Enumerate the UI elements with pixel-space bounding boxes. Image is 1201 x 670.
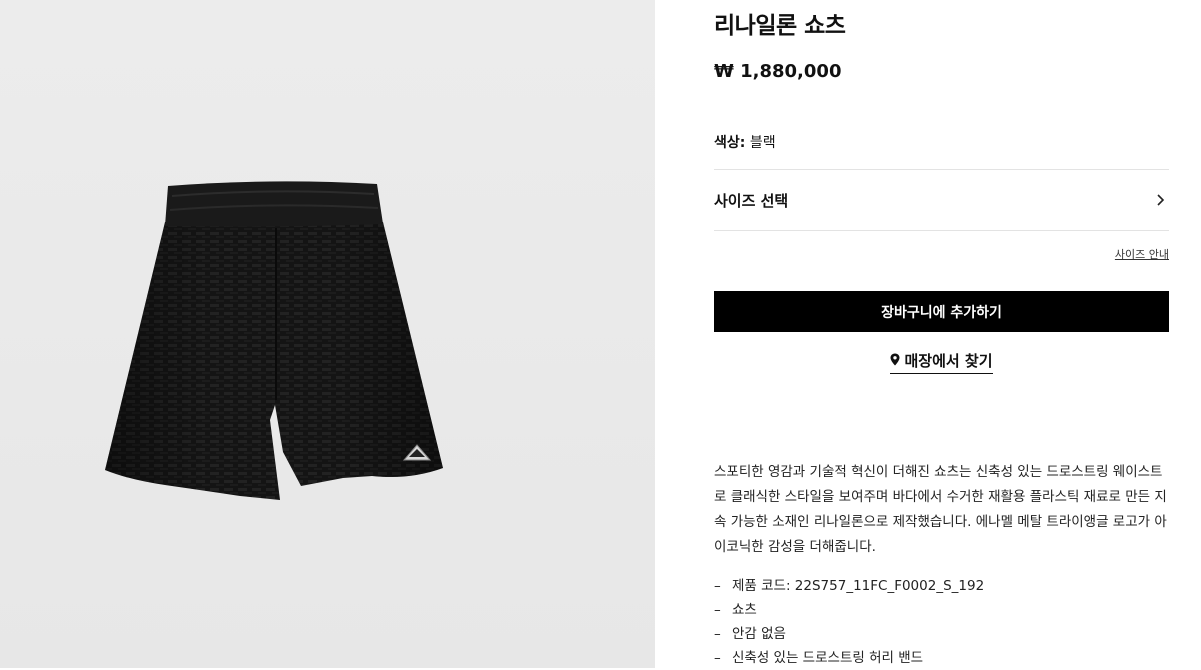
size-guide-link[interactable]: 사이즈 안내 [1115,246,1169,262]
add-to-cart-button[interactable]: 장바구니에 추가하기 [714,291,1169,332]
size-select-button[interactable]: 사이즈 선택 [714,171,1169,229]
list-item: – 제품 코드: 22S757_11FC_F0002_S_192 [714,578,985,594]
product-image-shorts [105,181,443,500]
color-label: 색상: [714,135,746,151]
product-specs-list: – 제품 코드: 22S757_11FC_F0002_S_192 – 쇼츠 – 안감 … [714,574,984,670]
spec-text: 안감 없음 [732,626,786,642]
size-select-label: 사이즈 선택 [714,191,789,210]
divider [714,230,1169,231]
product-description: 스포티한 영감과 기술적 혁신이 더해진 쇼츠는 신축성 있는 드로스트링 웨이… [714,464,1167,555]
map-pin-icon [890,351,900,370]
color-value: 블랙 [749,135,776,151]
divider [714,169,1169,170]
color-row: 색상: 블랙 [714,132,776,152]
list-item: – 신축성 있는 드로스트링 허리 밴드 [714,650,924,666]
list-item: – 쇼츠 [714,602,757,618]
find-in-store-link[interactable]: 매장에서 찾기 [714,350,1169,374]
list-item: – 안감 없음 [714,626,786,642]
product-price: ₩ 1,880,000 [714,61,842,82]
spec-text: 제품 코드: 22S757_11FC_F0002_S_192 [732,578,985,594]
spec-text: 쇼츠 [732,602,757,618]
find-in-store-label: 매장에서 찾기 [904,352,993,370]
product-image-panel[interactable] [0,0,655,668]
product-title: 리나일론 쇼츠 [714,13,846,39]
spec-text: 신축성 있는 드로스트링 허리 밴드 [732,650,924,666]
chevron-right-icon [1155,190,1165,211]
product-info-panel: 리나일론 쇼츠 ₩ 1,880,000 색상: 블랙 사이즈 선택 사이즈 안내… [714,0,1169,668]
